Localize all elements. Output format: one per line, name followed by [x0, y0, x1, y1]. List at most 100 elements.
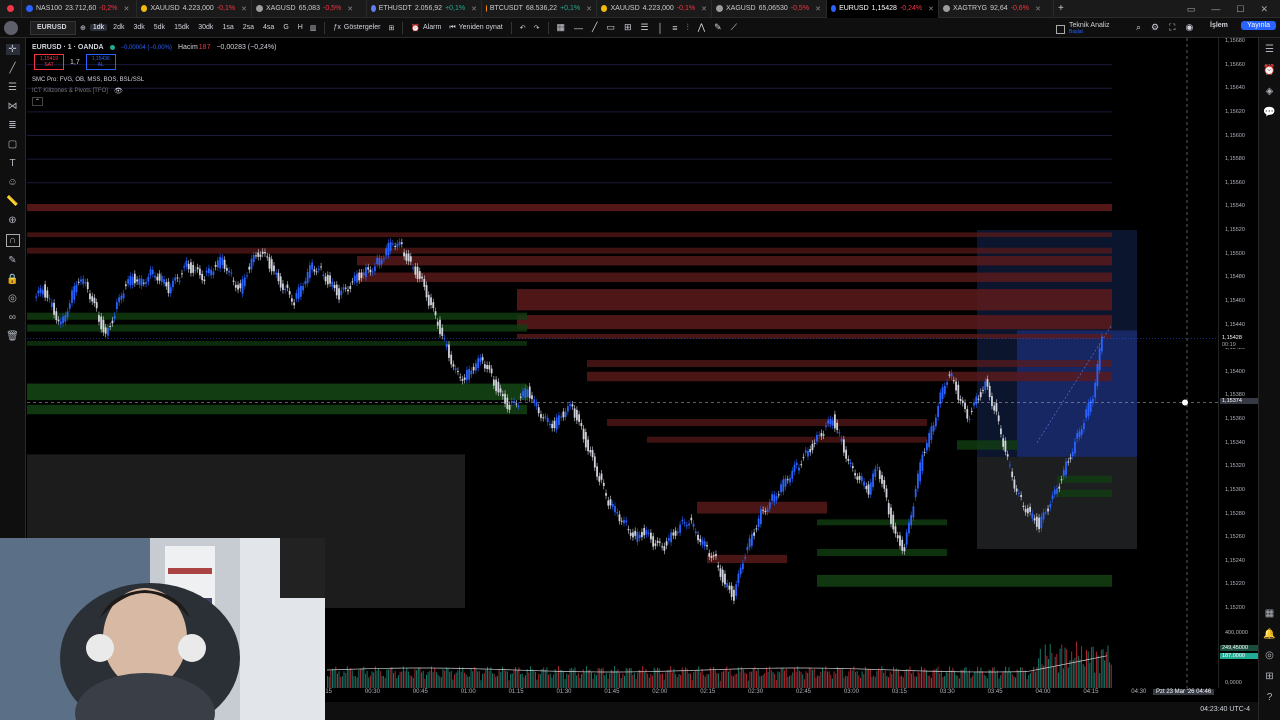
tab-btcusdt[interactable]: BTCUSDT 68.536,22 +0,1% ✕ [482, 0, 597, 18]
close-tab-icon[interactable]: ✕ [347, 5, 353, 13]
timeframe-2dk[interactable]: 2dk [110, 24, 127, 31]
link-icon[interactable]: ∞ [6, 312, 20, 323]
tab-xagtryg[interactable]: XAGTRYG 92,64 -0,6% ✕ [939, 0, 1054, 18]
close-tab-icon[interactable]: ✕ [471, 5, 477, 13]
minimize-icon[interactable]: — [1211, 4, 1220, 14]
fib-tool-icon[interactable]: ≣ [6, 120, 20, 131]
templates-icon[interactable]: ⊞ [384, 18, 398, 38]
chart-type-icon[interactable]: ▥ [306, 18, 321, 38]
search-icon[interactable]: ⌕ [1136, 22, 1141, 33]
publish-button[interactable]: Yayınla [1241, 21, 1276, 30]
candle-body [632, 532, 634, 538]
timeframe-G[interactable]: G [280, 24, 291, 31]
timeframe-15dk[interactable]: 15dk [171, 24, 192, 31]
crosshair-icon[interactable]: ✛ [5, 44, 20, 55]
maximize-icon[interactable]: ☐ [1236, 4, 1244, 15]
close-tab-icon[interactable]: ✕ [586, 5, 592, 13]
grid-icon[interactable]: ▦ [557, 22, 566, 33]
replay-button[interactable]: ⏮ Yeniden oynat [445, 18, 506, 38]
magnet-icon[interactable]: ∩ [5, 234, 20, 247]
buy-button[interactable]: 1,15436 AL [85, 54, 116, 70]
tab-eurusd[interactable]: EURUSD 1,15428 -0,24% ✕ [827, 0, 939, 18]
close-tab-icon[interactable]: ✕ [124, 5, 130, 13]
trend-line-icon[interactable]: ╱ [592, 22, 597, 33]
timeframe-4sa[interactable]: 4sa [260, 24, 277, 31]
eye-icon[interactable]: 👁 [114, 87, 123, 95]
sell-button[interactable]: 1,15419 SAT [34, 54, 64, 70]
app-logo-icon[interactable] [0, 0, 22, 18]
alarm-button[interactable]: ⏰ Alarm [407, 18, 445, 38]
candle-body [1089, 400, 1092, 412]
close-tab-icon[interactable]: ✕ [928, 5, 934, 13]
pitchfork-icon[interactable]: ⋈ [6, 101, 20, 112]
fib-icon[interactable]: ☰ [641, 22, 649, 33]
analysis-checkbox[interactable] [1056, 24, 1065, 34]
avatar[interactable] [4, 21, 18, 35]
indicators-button[interactable]: ƒx Göstergeler [329, 18, 384, 38]
watchlist-icon[interactable]: ☰ [1265, 44, 1274, 55]
hide-icon[interactable]: ◎ [6, 293, 20, 304]
position-icon[interactable]: ⫶ [686, 22, 688, 33]
chat-icon[interactable]: 💬 [1263, 107, 1275, 118]
rectangle-icon[interactable]: ▭ [606, 22, 615, 33]
tab-xauusd[interactable]: XAUUSD 4.223,000 -0,1% ✕ [597, 0, 712, 18]
close-tab-icon[interactable]: ✕ [815, 5, 821, 13]
fullscreen-icon[interactable]: ⛶ [1169, 22, 1175, 33]
notifications-icon[interactable]: 🔔 [1263, 629, 1275, 640]
timeframe-1dk[interactable]: 1dk [89, 24, 108, 31]
measure-icon[interactable]: ⟋ [731, 22, 737, 33]
channel-tool-icon[interactable]: ☰ [6, 82, 20, 93]
collapse-legend-icon[interactable]: ⌃ [32, 97, 44, 106]
layers-icon[interactable]: ◈ [1266, 86, 1274, 97]
tab-xagusd[interactable]: XAGUSD 65,06530 -0,5% ✕ [712, 0, 827, 18]
ruler-icon[interactable]: 📏 [6, 196, 20, 207]
close-window-icon[interactable]: ✕ [1260, 4, 1268, 15]
add-symbol-icon[interactable]: ⊕ [76, 18, 90, 38]
close-tab-icon[interactable]: ✕ [1035, 5, 1041, 13]
trade-button[interactable]: İşlem [1210, 22, 1228, 29]
undo-icon[interactable]: ↶ [516, 18, 530, 38]
calendar-icon[interactable]: ▦ [1265, 608, 1274, 619]
stay-drawing-icon[interactable]: ✎ [6, 255, 20, 266]
timeframe-3dk[interactable]: 3dk [130, 24, 147, 31]
redo-icon[interactable]: ↷ [530, 18, 544, 38]
tab-ethusdt[interactable]: ETHUSDT 2.056,92 +0,1% ✕ [367, 0, 482, 18]
ideas-icon[interactable]: ◎ [1265, 650, 1274, 661]
timeframe-2sa[interactable]: 2sa [240, 24, 257, 31]
zoom-icon[interactable]: ⊕ [6, 215, 20, 226]
patterns-icon[interactable]: ☺ [6, 177, 20, 188]
settings-icon[interactable]: ⚙ [1151, 22, 1159, 33]
horizontal-line-icon[interactable]: — [574, 23, 583, 33]
vertical-line-icon[interactable]: │ [658, 23, 664, 33]
help-icon[interactable]: ? [1267, 692, 1273, 703]
tab-nas100[interactable]: NAS100 23.712,60 -0,2% ✕ [22, 0, 137, 18]
timeframe-30dk[interactable]: 30dk [195, 24, 216, 31]
layout-icon[interactable]: ▭ [1187, 4, 1196, 15]
symbol-search[interactable]: EURUSD [30, 20, 76, 35]
timeframe-5dk[interactable]: 5dk [151, 24, 168, 31]
timeframe-1sa[interactable]: 1sa [219, 24, 236, 31]
volume-bar [1051, 652, 1053, 688]
layout-grid-icon[interactable]: ⊞ [624, 22, 632, 33]
order-icon[interactable]: ≡ [672, 23, 677, 33]
camera-icon[interactable]: ◉ [1185, 22, 1193, 33]
close-tab-icon[interactable]: ✕ [701, 5, 707, 13]
trash-icon[interactable]: 🗑 [6, 331, 20, 342]
indicator-smc[interactable]: SMC Pro: FVG, OB, MSS, BOS, BSL/SSL [32, 77, 144, 83]
indicator-killzones[interactable]: ICT Killzones & Pivots [TFO] [32, 88, 108, 94]
brush-icon[interactable]: ✎ [714, 22, 722, 33]
close-tab-icon[interactable]: ✕ [241, 5, 247, 13]
new-tab-button[interactable]: + [1054, 0, 1068, 18]
tab-xagusd[interactable]: XAGUSD 65,083 -0,5% ✕ [252, 0, 367, 18]
tab-xauusd[interactable]: XAUUSD 4.223,000 -0,1% ✕ [137, 0, 252, 18]
timeframe-H[interactable]: H [295, 24, 306, 31]
shapes-icon[interactable]: ▢ [6, 139, 20, 150]
grid-menu-icon[interactable]: ⊞ [1265, 671, 1273, 682]
alerts-icon[interactable]: ⏰ [1263, 65, 1275, 76]
line-tool-icon[interactable]: ╱ [6, 63, 20, 74]
price-axis[interactable]: 1,15680 1,15660 1,15640 1,15620 1,15600 1,155… [1218, 38, 1258, 688]
pattern-icon[interactable]: ⋀ [698, 22, 705, 33]
text-tool-icon[interactable]: T [6, 158, 20, 169]
lock-icon[interactable]: 🔒 [6, 274, 20, 285]
clock[interactable]: 04:23:40 UTC-4 [1200, 706, 1250, 713]
